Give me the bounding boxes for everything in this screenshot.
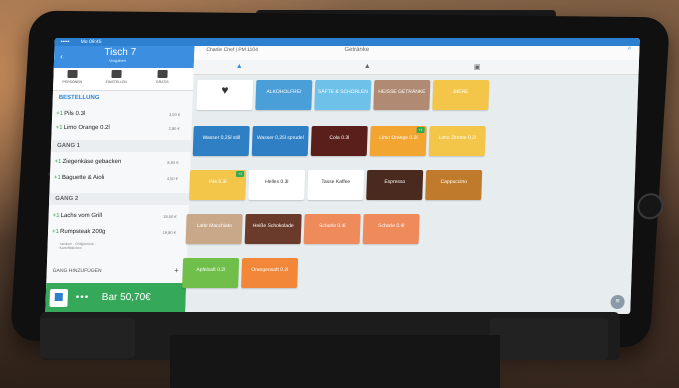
- table-title[interactable]: Tisch 7: [104, 47, 136, 58]
- product-label: BIERE: [453, 89, 469, 95]
- product-label: Heiße Schokolade: [252, 223, 294, 229]
- product-tile[interactable]: SÄFTE & SCHORLEN: [314, 80, 372, 110]
- product-tile[interactable]: Cola 0.3l: [310, 126, 368, 156]
- order-section-label: BESTELLUNG: [58, 95, 100, 101]
- order-actions: PERSONEN EINSTELLEN GRATIS: [52, 68, 194, 91]
- product-label: Schorle 0.4l: [377, 223, 405, 229]
- product-label: Latte Macchiato: [196, 223, 233, 229]
- pay-bar[interactable]: ••• Bar 50,70€: [45, 283, 187, 314]
- tab-dessert[interactable]: ▣: [474, 63, 481, 71]
- persons-button[interactable]: PERSONEN: [59, 70, 85, 84]
- product-tile[interactable]: Latte Macchiato: [185, 214, 243, 244]
- status-time: Mo 09:45: [80, 39, 102, 45]
- order-item[interactable]: +1 Pils 0.3l 3,50 €: [52, 108, 192, 121]
- pay-total-button[interactable]: Bar 50,70€: [102, 292, 151, 303]
- add-course-button[interactable]: GANG HINZUFÜGEN +: [46, 265, 186, 277]
- product-tile[interactable]: Limo Orange 0.2l +1: [369, 126, 427, 156]
- pos-screen: ‹ Tisch 7 Vorgaben PERSONEN EINSTELLEN G…: [45, 38, 640, 314]
- tab-drinks[interactable]: ▲: [236, 63, 243, 70]
- category-title: Getränke: [344, 47, 370, 53]
- product-label: Wasser 0,25l sprudel: [256, 135, 304, 141]
- product-tile[interactable]: Heiße Schokolade: [244, 214, 302, 244]
- stand-left-grip: [40, 318, 135, 358]
- product-tile[interactable]: Orangensaft 0.2l: [241, 258, 299, 288]
- product-label: Espresso: [384, 179, 406, 185]
- order-item[interactable]: +1 Lachs vom Grill 18,50 €: [48, 210, 188, 223]
- course-2-header[interactable]: GANG 2: [48, 193, 190, 205]
- order-item[interactable]: +1 Baguette & Aioli 4,50 €: [50, 172, 190, 185]
- product-tile[interactable]: Tasse Kaffee: [307, 170, 365, 200]
- count-badge: +1: [416, 127, 425, 133]
- product-tile[interactable]: Cappuccino: [425, 170, 483, 200]
- grid-toggle-icon[interactable]: ≡: [610, 295, 625, 309]
- order-panel: ‹ Tisch 7 Vorgaben PERSONEN EINSTELLEN G…: [45, 38, 195, 314]
- product-tile[interactable]: Schorle 0.4l: [303, 214, 361, 244]
- product-tile[interactable]: HEISSE GETRÄNKE: [373, 80, 431, 110]
- product-label: Tasse Kaffee: [321, 179, 351, 185]
- tab-food[interactable]: ▲: [364, 63, 371, 70]
- count-badge: +1: [235, 171, 245, 177]
- product-tile[interactable]: ALKOHOLFREI: [255, 80, 313, 110]
- order-item[interactable]: +1 Ziegenkäse gebacken 8,90 €: [50, 156, 190, 169]
- carrier-signal: •••••: [60, 39, 70, 45]
- product-tile[interactable]: Limo Zitrone 0.2l: [428, 126, 486, 156]
- search-icon[interactable]: ⌕: [627, 45, 631, 53]
- product-tile[interactable]: Espresso: [366, 170, 424, 200]
- product-tile[interactable]: Wasser 0,25l still: [192, 126, 250, 156]
- product-label: Pils 0.3l: [208, 179, 227, 185]
- product-label: ALKOHOLFREI: [266, 89, 302, 95]
- back-icon[interactable]: ‹: [60, 52, 63, 61]
- category-tabs: ▲ ▲ ▣: [193, 60, 640, 75]
- payment-logo-icon: [49, 289, 69, 307]
- product-tile[interactable]: BIERE: [432, 80, 490, 110]
- item-note: medium · Grillgemüse · Kartoffelecken: [59, 242, 97, 250]
- waiter-label[interactable]: Charlie Chef | PM 1104: [206, 47, 258, 53]
- product-label: Helles 0.3l: [264, 179, 289, 185]
- product-label: Wasser 0,25l still: [202, 135, 241, 141]
- product-label: Schorle 0.4l: [318, 223, 346, 229]
- product-label: Cappuccino: [440, 179, 468, 185]
- product-label: Limo Zitrone 0.2l: [438, 135, 477, 141]
- product-tile[interactable]: Apfelsaft 0.2l: [182, 258, 240, 288]
- product-label: Apfelsaft 0.2l: [196, 267, 226, 273]
- product-tile[interactable]: ♥: [196, 80, 254, 110]
- product-tile[interactable]: Pils 0.3l +1: [189, 170, 247, 200]
- product-tile[interactable]: Wasser 0,25l sprudel: [251, 126, 309, 156]
- free-button[interactable]: GRATIS: [149, 70, 175, 84]
- favorite-heart-icon: ♥: [221, 83, 229, 97]
- order-item[interactable]: +1 Limo Orange 0.2l 2,80 €: [51, 122, 191, 135]
- status-bar: ••••• Mo 09:45: [54, 38, 640, 46]
- order-item[interactable]: +1 Rumpsteak 200g 19,80 € medium · Grill…: [47, 226, 188, 254]
- stand-right-grip: [490, 318, 608, 360]
- gift-icon: [157, 70, 168, 78]
- stand-arm: [170, 335, 500, 388]
- product-label: Orangensaft 0.2l: [251, 267, 289, 273]
- product-label: Cola 0.3l: [329, 135, 350, 141]
- plus-icon: +: [173, 266, 179, 275]
- product-tile[interactable]: Schorle 0.4l: [362, 214, 420, 244]
- product-label: HEISSE GETRÄNKE: [378, 89, 426, 95]
- persons-icon: [67, 70, 78, 78]
- product-label: Limo Orange 0.2l: [379, 135, 418, 141]
- more-options-button[interactable]: •••: [76, 292, 90, 303]
- table-subtitle: Vorgaben: [108, 58, 127, 63]
- course-1-header[interactable]: GANG 1: [50, 140, 192, 152]
- adjust-icon: [111, 70, 122, 78]
- product-panel: Charlie Chef | PM 1104 Getränke ⌕ ▲ ▲ ▣ …: [182, 38, 640, 314]
- product-label: SÄFTE & SCHORLEN: [317, 89, 369, 95]
- adjust-button[interactable]: EINSTELLEN: [103, 70, 129, 84]
- product-tile[interactable]: Helles 0.3l: [248, 170, 306, 200]
